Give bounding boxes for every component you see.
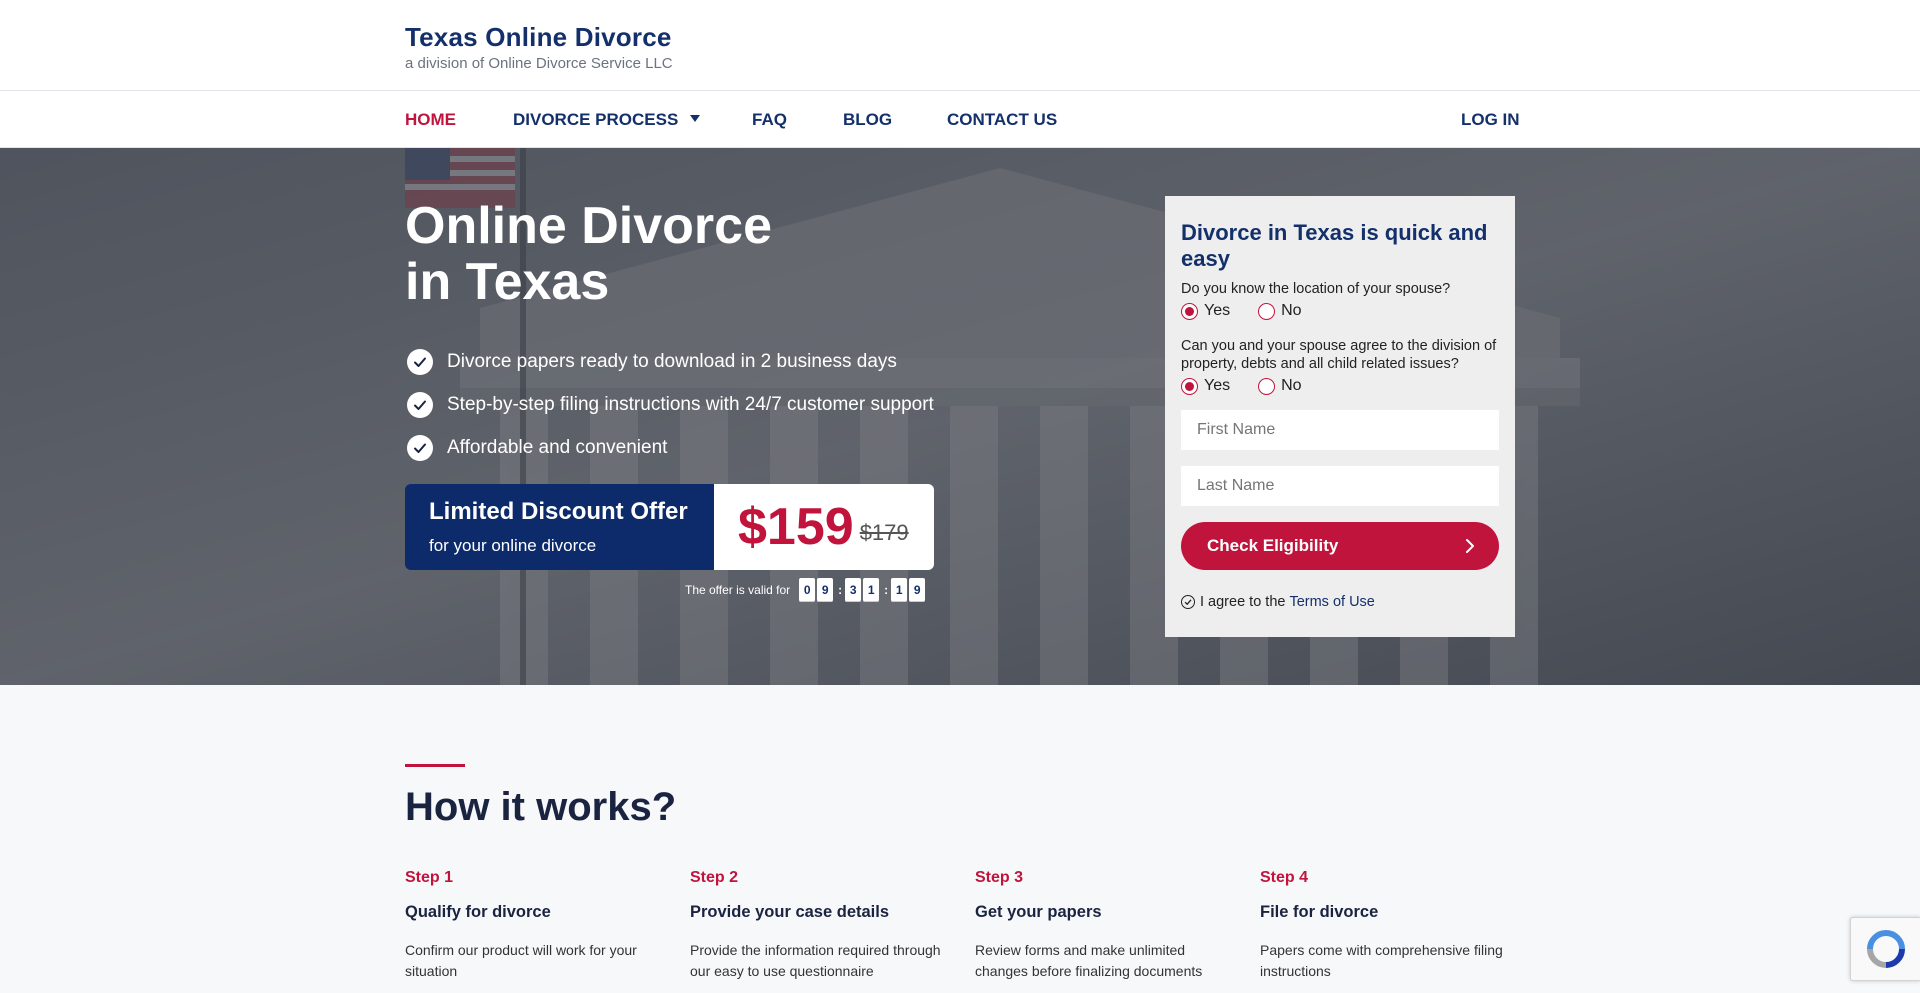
nav-login[interactable]: LOG IN	[1461, 110, 1520, 130]
step-number: Step 4	[1260, 869, 1309, 886]
check-eligibility-button[interactable]: Check Eligibility	[1181, 522, 1499, 570]
brand-title[interactable]: Texas Online Divorce	[405, 22, 673, 53]
timer-separator: :	[884, 583, 889, 597]
nav-blog[interactable]: BLOG	[843, 110, 892, 130]
form-title: Divorce in Texas is quick and easy	[1181, 220, 1488, 271]
nav-divorce-process-label: DIVORCE PROCESS	[513, 110, 679, 129]
step-number: Step 3	[975, 869, 1024, 886]
nav-contact[interactable]: CONTACT US	[947, 110, 1057, 130]
step-card: Step 3 Get your papers Review forms and …	[975, 869, 1235, 982]
step-title: Provide your case details	[690, 903, 890, 921]
offer-title: Limited Discount Offer	[429, 498, 688, 525]
terms-of-use-link[interactable]: Terms of Use	[1289, 594, 1374, 610]
radio-label: No	[1281, 302, 1302, 319]
offer-label-box: Limited Discount Offer for your online d…	[405, 484, 714, 570]
main-nav: HOME DIVORCE PROCESS FAQ BLOG CONTACT US…	[0, 91, 1920, 148]
check-circle-icon	[407, 391, 433, 418]
feature-item: Affordable and convenient	[407, 426, 934, 469]
site-header: Texas Online Divorce a division of Onlin…	[0, 0, 1920, 91]
feature-item: Step-by-step filing instructions with 24…	[407, 383, 934, 426]
recaptcha-logo-icon	[1866, 930, 1905, 968]
first-name-input[interactable]	[1181, 410, 1499, 450]
check-circle-icon	[407, 348, 433, 375]
check-circle-icon	[407, 434, 433, 461]
feature-text: Divorce papers ready to download in 2 bu…	[447, 350, 897, 372]
radio-selected-icon	[1181, 302, 1198, 320]
step-description: Papers come with comprehensive filing in…	[1260, 942, 1503, 979]
price-old: $179	[859, 520, 909, 545]
chevron-right-icon	[1466, 539, 1474, 553]
radio-group-spouse-location: Yes No	[1181, 302, 1499, 320]
radio-label: No	[1281, 377, 1302, 394]
timer-digit: 1	[891, 578, 908, 602]
hero-overlay	[0, 148, 1920, 685]
radio-label: Yes	[1204, 377, 1231, 394]
last-name-input[interactable]	[1181, 466, 1499, 506]
nav-divorce-process[interactable]: DIVORCE PROCESS	[513, 110, 701, 130]
terms-agreement: I agree to the Terms of Use	[1181, 594, 1499, 610]
section-title: How it works?	[405, 785, 677, 829]
timer-digit: 9	[909, 578, 926, 602]
section-accent-line	[405, 764, 465, 767]
step-card: Step 4 File for divorce Papers come with…	[1260, 869, 1520, 982]
recaptcha-badge[interactable]	[1850, 917, 1920, 981]
timer-label: The offer is valid for	[685, 583, 791, 597]
step-description: Review forms and make unlimited changes …	[975, 942, 1203, 979]
brand-subtitle: a division of Online Divorce Service LLC	[405, 55, 673, 72]
step-title: Get your papers	[975, 903, 1102, 921]
check-circle-outline-icon[interactable]	[1181, 595, 1195, 609]
question-agreement: Can you and your spouse agree to the div…	[1181, 338, 1497, 372]
step-card: Step 2 Provide your case details Provide…	[690, 869, 950, 982]
step-card: Step 1 Qualify for divorce Confirm our p…	[405, 869, 665, 982]
hero-title-line1: Online Divorce	[405, 197, 772, 255]
button-label: Check Eligibility	[1207, 536, 1339, 555]
timer-digit: 3	[845, 578, 862, 602]
radio-no[interactable]: No	[1258, 302, 1302, 320]
how-it-works-section: How it works? Step 1 Qualify for divorce…	[0, 685, 1920, 993]
step-title: File for divorce	[1260, 903, 1379, 921]
nav-faq[interactable]: FAQ	[752, 110, 787, 130]
radio-no[interactable]: No	[1258, 377, 1302, 395]
radio-group-agreement: Yes No	[1181, 377, 1499, 395]
step-number: Step 1	[405, 869, 454, 886]
hero-section: Online Divorce in Texas Divorce papers r…	[0, 148, 1920, 685]
eligibility-form: Divorce in Texas is quick and easy Do yo…	[1165, 196, 1515, 637]
offer-subtitle: for your online divorce	[429, 536, 597, 555]
countdown-timer: The offer is valid for 0 9 : 3 1 : 1 9	[685, 578, 927, 602]
radio-unselected-icon	[1258, 302, 1276, 320]
step-number: Step 2	[690, 869, 739, 886]
timer-separator: :	[838, 583, 843, 597]
caret-down-icon	[690, 115, 701, 123]
brand[interactable]: Texas Online Divorce a division of Onlin…	[405, 22, 673, 72]
hero-title: Online Divorce in Texas	[405, 198, 772, 310]
feature-text: Step-by-step filing instructions with 24…	[447, 393, 934, 415]
offer-price-box: $159 $179	[714, 484, 934, 570]
step-title: Qualify for divorce	[405, 903, 551, 921]
radio-yes[interactable]: Yes	[1181, 377, 1230, 395]
hero-title-line2: in Texas	[405, 253, 610, 311]
timer-digit: 0	[799, 578, 816, 602]
agree-text: I agree to the	[1200, 594, 1286, 610]
timer-digit: 9	[817, 578, 834, 602]
radio-label: Yes	[1204, 302, 1231, 319]
step-description: Confirm our product will work for your s…	[405, 942, 637, 979]
radio-selected-icon	[1181, 377, 1198, 395]
discount-offer: Limited Discount Offer for your online d…	[405, 484, 934, 570]
price-new: $159	[738, 498, 854, 556]
feature-item: Divorce papers ready to download in 2 bu…	[407, 340, 934, 383]
feature-text: Affordable and convenient	[447, 436, 668, 458]
radio-unselected-icon	[1258, 377, 1276, 395]
step-description: Provide the information required through…	[690, 942, 941, 979]
question-spouse-location: Do you know the location of your spouse?	[1181, 281, 1451, 297]
radio-yes[interactable]: Yes	[1181, 302, 1230, 320]
feature-list: Divorce papers ready to download in 2 bu…	[407, 340, 934, 469]
timer-digit: 1	[863, 578, 880, 602]
nav-home[interactable]: HOME	[405, 110, 456, 130]
